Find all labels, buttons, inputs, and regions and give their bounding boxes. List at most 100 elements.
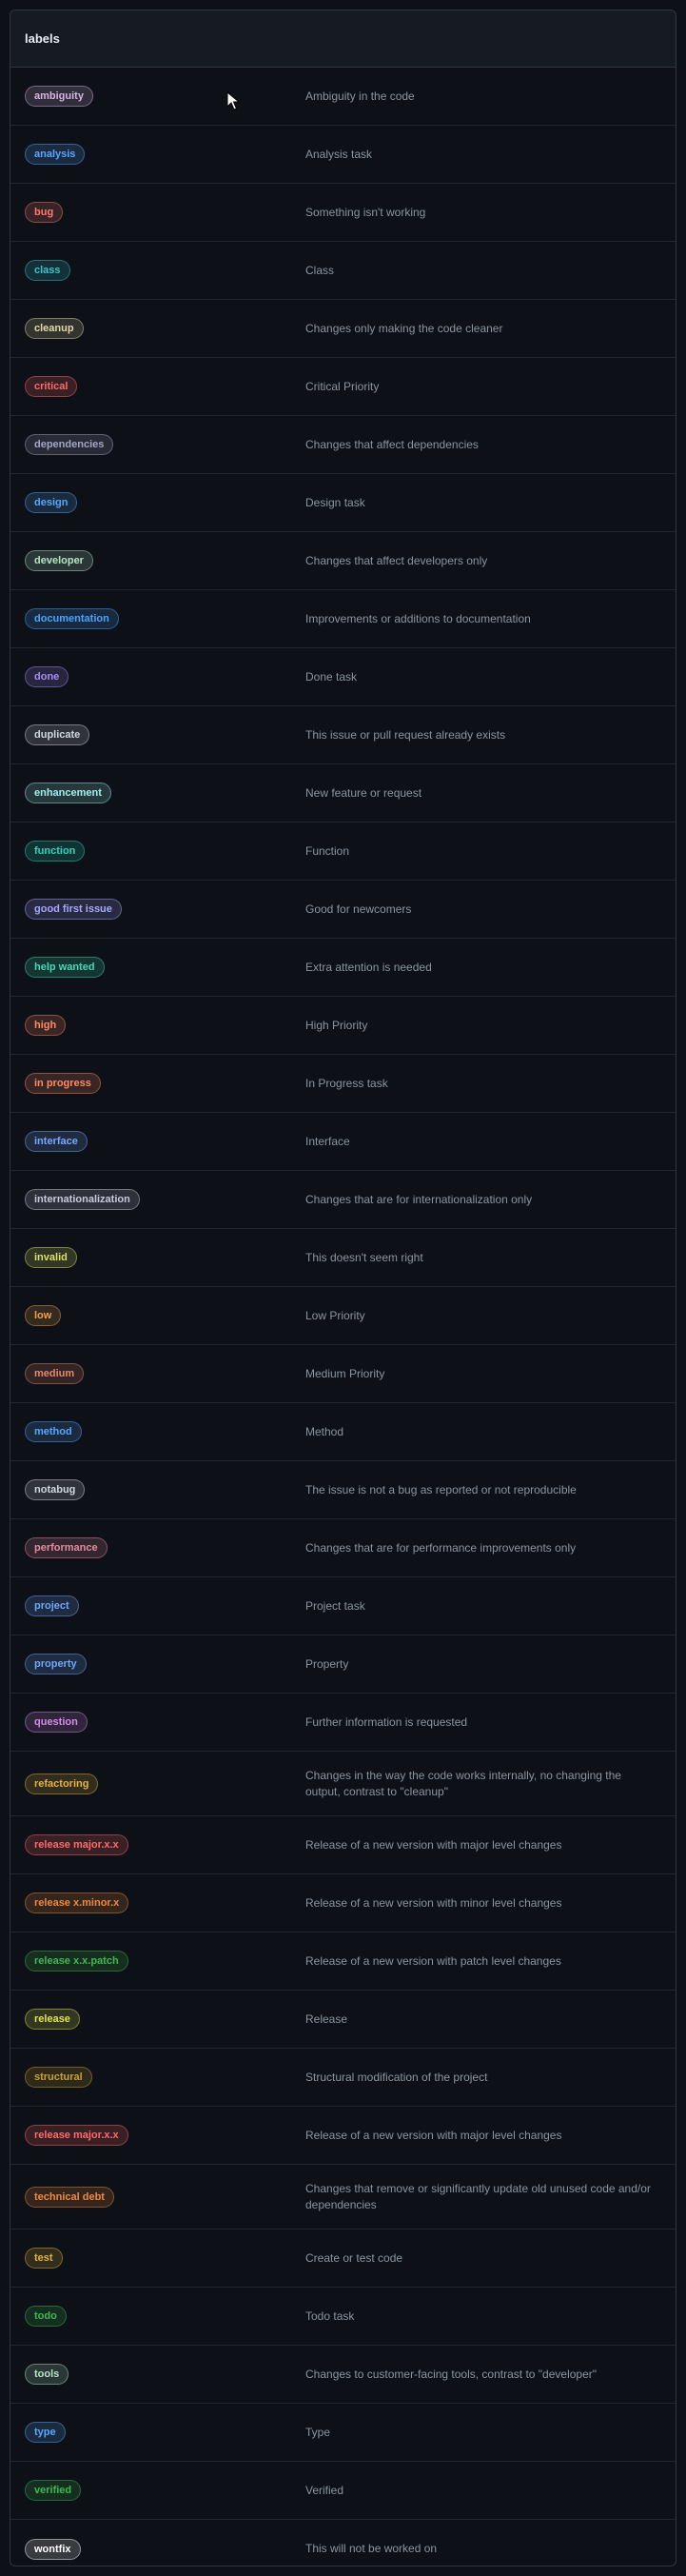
label-pill[interactable]: in progress bbox=[25, 1073, 101, 1094]
label-cell: high bbox=[10, 1015, 305, 1036]
label-pill[interactable]: low bbox=[25, 1305, 62, 1326]
label-cell: property bbox=[10, 1654, 305, 1674]
label-pill[interactable]: verified bbox=[25, 2480, 82, 2501]
label-cell: function bbox=[10, 841, 305, 862]
mouse-cursor-icon bbox=[226, 91, 240, 110]
label-description: Release of a new version with major leve… bbox=[305, 1837, 562, 1852]
label-description: Changes that affect developers only bbox=[305, 553, 488, 567]
label-cell: enhancement bbox=[10, 783, 305, 803]
label-pill[interactable]: high bbox=[25, 1015, 67, 1036]
label-description: Structural modification of the project bbox=[305, 2070, 488, 2084]
label-pill[interactable]: function bbox=[25, 841, 86, 862]
label-pill[interactable]: duplicate bbox=[25, 724, 90, 745]
label-description: Medium Priority bbox=[305, 1366, 385, 1380]
label-row: test Create or test code bbox=[10, 2229, 676, 2288]
label-row: invalid This doesn't seem right bbox=[10, 1229, 676, 1287]
label-cell: developer bbox=[10, 550, 305, 571]
label-cell: bug bbox=[10, 202, 305, 223]
label-pill[interactable]: dependencies bbox=[25, 434, 114, 455]
label-cell: verified bbox=[10, 2480, 305, 2501]
label-description: Function bbox=[305, 843, 350, 858]
label-cell: interface bbox=[10, 1131, 305, 1152]
label-pill[interactable]: performance bbox=[25, 1537, 108, 1558]
panel-header: labels bbox=[10, 10, 676, 68]
label-pill[interactable]: technical debt bbox=[25, 2186, 114, 2208]
label-description: Low Priority bbox=[305, 1308, 365, 1322]
label-row: structural Structural modification of the… bbox=[10, 2049, 676, 2107]
label-pill[interactable]: done bbox=[25, 666, 69, 687]
label-pill[interactable]: critical bbox=[25, 376, 78, 397]
label-pill[interactable]: release bbox=[25, 2009, 80, 2030]
label-pill[interactable]: documentation bbox=[25, 608, 119, 629]
label-row: help wanted Extra attention is needed bbox=[10, 939, 676, 997]
label-pill[interactable]: refactoring bbox=[25, 1773, 99, 1794]
label-description: Changes that are for performance improve… bbox=[305, 1540, 577, 1555]
label-pill[interactable]: enhancement bbox=[25, 783, 111, 803]
label-row: internationalization Changes that are for… bbox=[10, 1171, 676, 1229]
label-pill[interactable]: invalid bbox=[25, 1247, 77, 1268]
label-row: high High Priority bbox=[10, 997, 676, 1055]
label-cell: invalid bbox=[10, 1247, 305, 1268]
label-row: release major.x.x Release of a new versio… bbox=[10, 2107, 676, 2165]
label-cell: type bbox=[10, 2422, 305, 2443]
label-pill[interactable]: release major.x.x bbox=[25, 2125, 128, 2146]
label-pill[interactable]: method bbox=[25, 1421, 82, 1442]
label-row: interface Interface bbox=[10, 1113, 676, 1171]
label-row: todo Todo task bbox=[10, 2288, 676, 2346]
label-cell: todo bbox=[10, 2306, 305, 2327]
label-description: Type bbox=[305, 2425, 331, 2439]
label-cell: method bbox=[10, 1421, 305, 1442]
label-row: low Low Priority bbox=[10, 1287, 676, 1345]
label-row: release major.x.x Release of a new versio… bbox=[10, 1816, 676, 1874]
label-cell: release major.x.x bbox=[10, 1834, 305, 1855]
label-description: Critical Priority bbox=[305, 379, 380, 393]
label-pill[interactable]: class bbox=[25, 260, 70, 281]
label-pill[interactable]: ambiguity bbox=[25, 86, 93, 107]
label-cell: ambiguity bbox=[10, 86, 305, 107]
label-pill[interactable]: property bbox=[25, 1654, 87, 1674]
label-pill[interactable]: analysis bbox=[25, 144, 86, 165]
label-description: Changes that are for internationalizatio… bbox=[305, 1192, 533, 1206]
label-row: bug Something isn't working bbox=[10, 184, 676, 242]
label-pill[interactable]: cleanup bbox=[25, 318, 84, 339]
label-pill[interactable]: question bbox=[25, 1712, 88, 1733]
label-pill[interactable]: structural bbox=[25, 2067, 92, 2088]
label-pill[interactable]: release major.x.x bbox=[25, 1834, 128, 1855]
label-row: developer Changes that affect developers … bbox=[10, 532, 676, 590]
label-description: Release of a new version with minor leve… bbox=[305, 1895, 562, 1910]
label-description: Good for newcomers bbox=[305, 902, 412, 916]
label-description: Changes only making the code cleaner bbox=[305, 321, 503, 335]
label-pill[interactable]: medium bbox=[25, 1363, 85, 1384]
label-pill[interactable]: interface bbox=[25, 1131, 88, 1152]
label-pill[interactable]: internationalization bbox=[25, 1189, 140, 1210]
label-row: class Class bbox=[10, 242, 676, 300]
label-row: verified Verified bbox=[10, 2462, 676, 2520]
label-pill[interactable]: todo bbox=[25, 2306, 67, 2327]
label-pill[interactable]: type bbox=[25, 2422, 66, 2443]
label-cell: test bbox=[10, 2248, 305, 2269]
label-row: duplicate This issue or pull request alre… bbox=[10, 706, 676, 764]
label-cell: release x.minor.x bbox=[10, 1892, 305, 1913]
label-cell: class bbox=[10, 260, 305, 281]
label-description: Property bbox=[305, 1656, 349, 1671]
label-row: function Function bbox=[10, 822, 676, 881]
label-pill[interactable]: good first issue bbox=[25, 899, 122, 920]
label-cell: technical debt bbox=[10, 2186, 305, 2208]
label-pill[interactable]: tools bbox=[25, 2364, 69, 2385]
label-description: This issue or pull request already exist… bbox=[305, 727, 506, 742]
label-cell: dependencies bbox=[10, 434, 305, 455]
label-description: Class bbox=[305, 263, 335, 277]
label-cell: low bbox=[10, 1305, 305, 1326]
label-pill[interactable]: release x.minor.x bbox=[25, 1892, 129, 1913]
label-pill[interactable]: notabug bbox=[25, 1479, 86, 1500]
label-pill[interactable]: test bbox=[25, 2248, 63, 2269]
label-pill[interactable]: wontfix bbox=[25, 2538, 81, 2560]
label-pill[interactable]: design bbox=[25, 492, 78, 513]
label-pill[interactable]: release x.x.patch bbox=[25, 1951, 128, 1972]
label-description: This doesn't seem right bbox=[305, 1250, 423, 1264]
label-pill[interactable]: developer bbox=[25, 550, 93, 571]
label-pill[interactable]: project bbox=[25, 1595, 79, 1616]
label-pill[interactable]: bug bbox=[25, 202, 64, 223]
label-pill[interactable]: help wanted bbox=[25, 957, 105, 978]
label-description: This will not be worked on bbox=[305, 2542, 438, 2555]
